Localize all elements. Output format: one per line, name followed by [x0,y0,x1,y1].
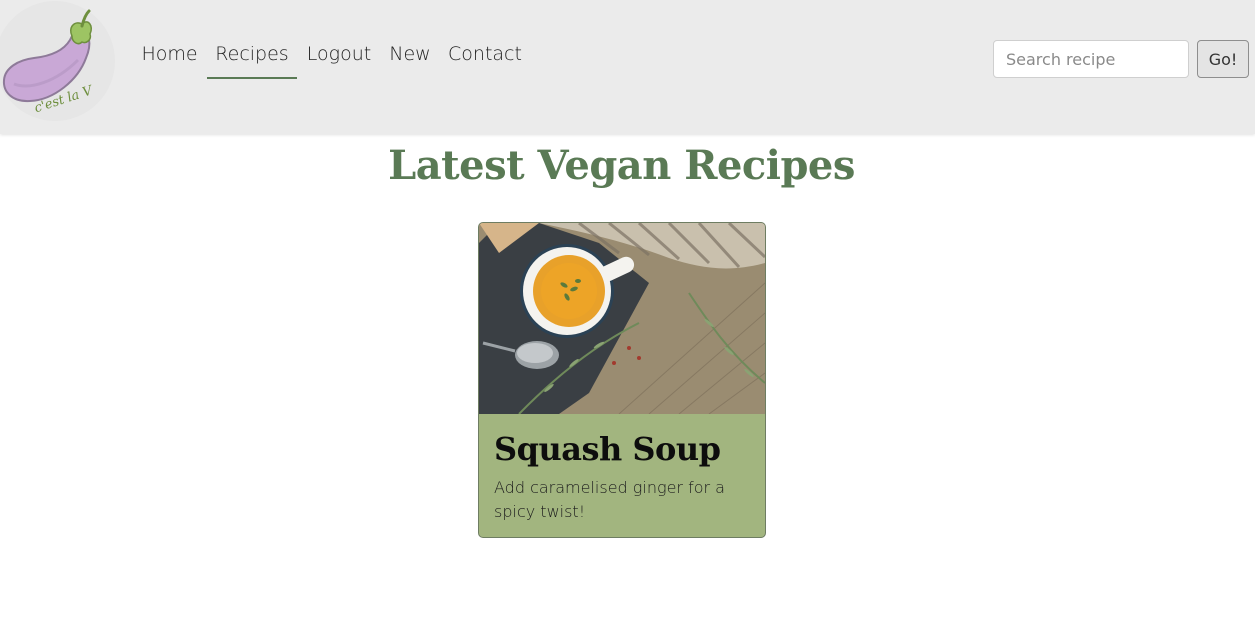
nav-new[interactable]: New [381,40,439,76]
search-go-button[interactable]: Go! [1197,40,1249,78]
nav-logout[interactable]: Logout [297,40,381,76]
eggplant-logo-icon[interactable]: c'est la V [0,0,116,122]
nav-contact[interactable]: Contact [439,40,531,76]
page-title: Latest Vegan Recipes [388,142,855,189]
nav-recipes[interactable]: Recipes [207,40,297,79]
search-input[interactable] [993,40,1189,78]
navbar: c'est la V Home Recipes Logout New Conta… [0,0,1255,134]
recipe-card[interactable]: Squash Soup Add caramelised ginger for a… [478,222,766,538]
recipe-title[interactable]: Squash Soup [494,429,721,469]
nav-home[interactable]: Home [132,40,207,76]
squash-soup-photo [479,223,765,414]
recipe-description: Add caramelised ginger for a spicy twist… [494,478,725,521]
